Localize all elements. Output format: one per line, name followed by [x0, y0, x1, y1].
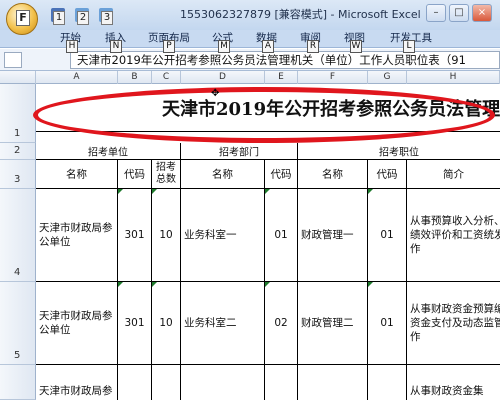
keytip-insert: N: [110, 40, 122, 53]
table-cell-intro[interactable]: 从事预算收入分析、预算绩效评价和工资统发等工作: [407, 189, 500, 282]
keytip-page-layout: P: [163, 40, 175, 53]
minimize-button[interactable]: –: [426, 4, 446, 22]
select-all-corner[interactable]: [0, 71, 36, 84]
table-cell-total[interactable]: [152, 365, 181, 400]
group-header-dept[interactable]: 招考部门: [181, 143, 298, 160]
table-cell-pos-code[interactable]: 01: [368, 189, 407, 282]
table-cell-pos-name[interactable]: 财政管理二: [298, 282, 368, 365]
table-cell-unit-name[interactable]: 天津市财政局参: [36, 365, 118, 400]
office-button[interactable]: F: [6, 3, 38, 35]
table-cell-unit-code[interactable]: [118, 365, 152, 400]
column-header-h[interactable]: H: [407, 71, 500, 84]
keytip-data: A: [262, 40, 274, 53]
redo-button[interactable]: 3: [96, 6, 118, 26]
table-cell-total[interactable]: 10: [152, 189, 181, 282]
window-controls: – □ ×: [426, 4, 496, 24]
header-pos-code[interactable]: 代码: [368, 160, 407, 189]
table-cell-pos-code[interactable]: 01: [368, 282, 407, 365]
move-cursor-icon: ✥: [211, 88, 220, 99]
table-cell-pos-name[interactable]: 财政管理一: [298, 189, 368, 282]
column-header-f[interactable]: F: [298, 71, 368, 84]
window-title: 1553062327879 [兼容模式] - Microsoft Excel: [180, 8, 421, 21]
column-headers: A B C D E F G H: [0, 71, 500, 84]
qat-key-2: 2: [77, 11, 89, 25]
header-pos-name[interactable]: 名称: [298, 160, 368, 189]
undo-button[interactable]: 2: [72, 6, 94, 26]
group-header-position[interactable]: 招考职位: [298, 143, 500, 160]
table-cell-unit-code[interactable]: 301: [118, 189, 152, 282]
save-button[interactable]: 1: [48, 6, 70, 26]
table-cell-intro[interactable]: 从事财政资金预算编制、资金支付及动态监管等工作: [407, 282, 500, 365]
table-cell-dept-name[interactable]: [181, 365, 265, 400]
group-header-unit[interactable]: 招考单位: [36, 143, 181, 160]
column-header-g[interactable]: G: [368, 71, 407, 84]
table-cell-dept-code[interactable]: 02: [265, 282, 298, 365]
table-cell-pos-code[interactable]: [368, 365, 407, 400]
column-header-a[interactable]: A: [36, 71, 118, 84]
keytip-formulas: M: [218, 40, 230, 53]
column-header-e[interactable]: E: [265, 71, 298, 84]
title-bar: 1 2 3 1553062327879 [兼容模式] - Microsoft E…: [0, 0, 500, 30]
keytip-view: W: [350, 40, 362, 53]
table-cell-dept-name[interactable]: 业务科室二: [181, 282, 265, 365]
formula-input[interactable]: 天津市2019年公开招考参照公务员法管理机关（单位）工作人员职位表（91: [70, 51, 500, 69]
row-header-5[interactable]: 5: [0, 282, 36, 365]
column-header-c[interactable]: C: [152, 71, 181, 84]
header-unit-name[interactable]: 名称: [36, 160, 118, 189]
header-dept-code[interactable]: 代码: [265, 160, 298, 189]
header-dept-name[interactable]: 名称: [181, 160, 265, 189]
table-cell-total[interactable]: 10: [152, 282, 181, 365]
row-header-2[interactable]: 2: [0, 143, 36, 160]
row-header-4[interactable]: 4: [0, 189, 36, 282]
qat-key-3: 3: [101, 11, 113, 25]
row-header-6[interactable]: [0, 365, 36, 400]
column-header-b[interactable]: B: [118, 71, 152, 84]
keytip-review: R: [307, 40, 319, 53]
highlight-oval: [33, 87, 495, 143]
table-cell-unit-code[interactable]: 301: [118, 282, 152, 365]
office-button-key: F: [16, 10, 30, 26]
excel-window: 1 2 3 1553062327879 [兼容模式] - Microsoft E…: [0, 0, 500, 400]
header-intro[interactable]: 简介: [407, 160, 500, 189]
table-cell-dept-code[interactable]: 01: [265, 189, 298, 282]
header-total[interactable]: 招考总数: [152, 160, 181, 189]
table-cell-pos-name[interactable]: [298, 365, 368, 400]
row-header-3[interactable]: 3: [0, 160, 36, 189]
maximize-button[interactable]: □: [449, 4, 469, 22]
table-cell-unit-name[interactable]: 天津市财政局参公单位: [36, 282, 118, 365]
name-box[interactable]: [4, 52, 22, 68]
table-cell-unit-name[interactable]: 天津市财政局参公单位: [36, 189, 118, 282]
close-button[interactable]: ×: [472, 4, 492, 22]
row-header-1[interactable]: 1: [0, 84, 36, 143]
qat-key-1: 1: [53, 11, 65, 25]
table-cell-dept-name[interactable]: 业务科室一: [181, 189, 265, 282]
table-cell-dept-code[interactable]: [265, 365, 298, 400]
column-header-d[interactable]: D: [181, 71, 265, 84]
header-unit-code[interactable]: 代码: [118, 160, 152, 189]
keytip-home: H: [66, 40, 78, 53]
table-cell-intro[interactable]: 从事财政资金集: [407, 365, 500, 400]
keytip-developer: L: [403, 40, 415, 53]
